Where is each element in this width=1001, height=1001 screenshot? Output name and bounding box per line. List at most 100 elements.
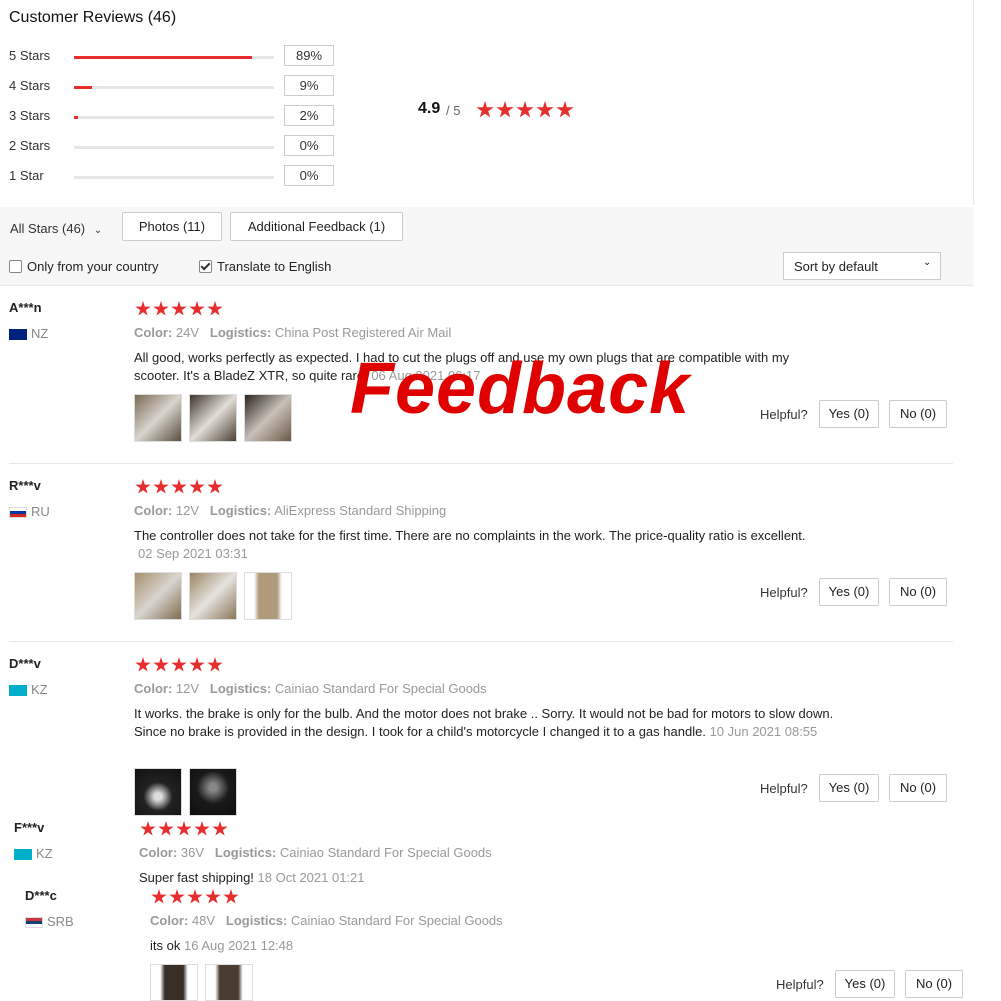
star-icon [496,101,514,118]
star-icon [536,101,554,118]
average-scale: / 5 [446,103,461,118]
rating-bar [74,86,274,89]
helpful-label: Helpful? [776,977,824,992]
star-icon [194,821,210,836]
rating-percent: 9% [284,75,334,96]
divider [973,0,974,205]
helpful-yes-button[interactable]: Yes (0) [819,400,879,428]
star-icon [135,301,151,316]
helpful-label: Helpful? [760,781,808,796]
review-photo[interactable] [244,394,292,442]
review-photo[interactable] [244,572,292,620]
nz-flag-icon [9,329,27,341]
review-meta: Color: 12V Logistics: AliExpress Standar… [134,503,447,518]
star-icon [189,301,205,316]
review-stars [135,301,225,320]
review-stars [135,657,225,676]
rating-label: 5 Stars [9,48,51,63]
review-country: SRB [25,914,74,929]
rating-percent: 2% [284,105,334,126]
star-icon [476,101,494,118]
helpful-label: Helpful? [760,407,808,422]
review-photo[interactable] [189,768,237,816]
all-stars-dropdown[interactable]: All Stars (46) ⌄ [10,221,102,236]
review-meta: Color: 48V Logistics: Cainiao Standard F… [150,913,503,928]
review-photo[interactable] [189,572,237,620]
review-photo[interactable] [134,572,182,620]
kz-flag-icon [9,685,27,697]
rating-row-3[interactable]: 3 Stars 2% [9,105,339,128]
review-photo[interactable] [134,768,182,816]
star-icon [171,479,187,494]
helpful-yes-button[interactable]: Yes (0) [819,578,879,606]
rating-row-1[interactable]: 1 Star 0% [9,165,339,188]
star-icon [207,301,223,316]
review-photo[interactable] [134,394,182,442]
star-icon [212,821,228,836]
sort-label: Sort by default [794,259,878,274]
rating-row-5[interactable]: 5 Stars 89% [9,45,339,68]
rating-row-2[interactable]: 2 Stars 0% [9,135,339,158]
review-stars [140,821,230,840]
rating-label: 4 Stars [9,78,51,93]
review-meta: Color: 12V Logistics: Cainiao Standard F… [134,681,487,696]
rs-flag-icon [25,917,43,929]
star-icon [556,101,574,118]
review-user: D***c [25,888,57,903]
star-icon [187,889,203,904]
star-icon [153,479,169,494]
average-stars [476,101,576,122]
divider [0,285,973,286]
sort-dropdown[interactable]: Sort by default ⌄ [783,252,941,280]
review-country: NZ [9,326,48,341]
chevron-down-icon: ⌄ [923,257,932,268]
star-icon [153,657,169,672]
only-country-label: Only from your country [27,259,159,274]
rating-percent: 89% [284,45,334,66]
only-country-checkbox[interactable] [9,260,22,273]
helpful-label: Helpful? [760,585,808,600]
all-stars-label: All Stars (46) [10,221,86,236]
review-photo[interactable] [150,964,198,1001]
review-user: D***v [9,656,41,671]
rating-label: 3 Stars [9,108,51,123]
review-stars [151,889,241,908]
star-icon [189,657,205,672]
translate-checkbox[interactable] [199,260,212,273]
helpful-no-button[interactable]: No (0) [889,774,947,802]
helpful-yes-button[interactable]: Yes (0) [819,774,879,802]
review-country: KZ [9,682,48,697]
rating-label: 1 Star [9,168,44,183]
review-photo[interactable] [189,394,237,442]
star-icon [135,479,151,494]
helpful-no-button[interactable]: No (0) [905,970,963,998]
star-icon [171,301,187,316]
rating-percent: 0% [284,135,334,156]
additional-feedback-button[interactable]: Additional Feedback (1) [230,212,403,241]
translate-label: Translate to English [217,259,332,274]
rating-percent: 0% [284,165,334,186]
rating-bar [74,116,274,119]
star-icon [158,821,174,836]
review-stars [135,479,225,498]
review-user: R***v [9,478,41,493]
helpful-no-button[interactable]: No (0) [889,400,947,428]
photos-button[interactable]: Photos (11) [122,212,222,241]
review-photo[interactable] [205,964,253,1001]
helpful-yes-button[interactable]: Yes (0) [835,970,895,998]
star-icon [153,301,169,316]
review-date: 02 Sep 2021 03:31 [138,546,248,561]
star-icon [169,889,185,904]
star-icon [516,101,534,118]
star-icon [207,657,223,672]
country-code: SRB [47,914,74,929]
star-icon [223,889,239,904]
review-country: RU [9,504,50,519]
rating-row-4[interactable]: 4 Stars 9% [9,75,339,98]
star-icon [135,657,151,672]
divider [9,463,953,464]
feedback-overlay-text: Feedback [350,349,691,429]
helpful-no-button[interactable]: No (0) [889,578,947,606]
rating-label: 2 Stars [9,138,51,153]
chevron-down-icon: ⌄ [93,225,103,236]
